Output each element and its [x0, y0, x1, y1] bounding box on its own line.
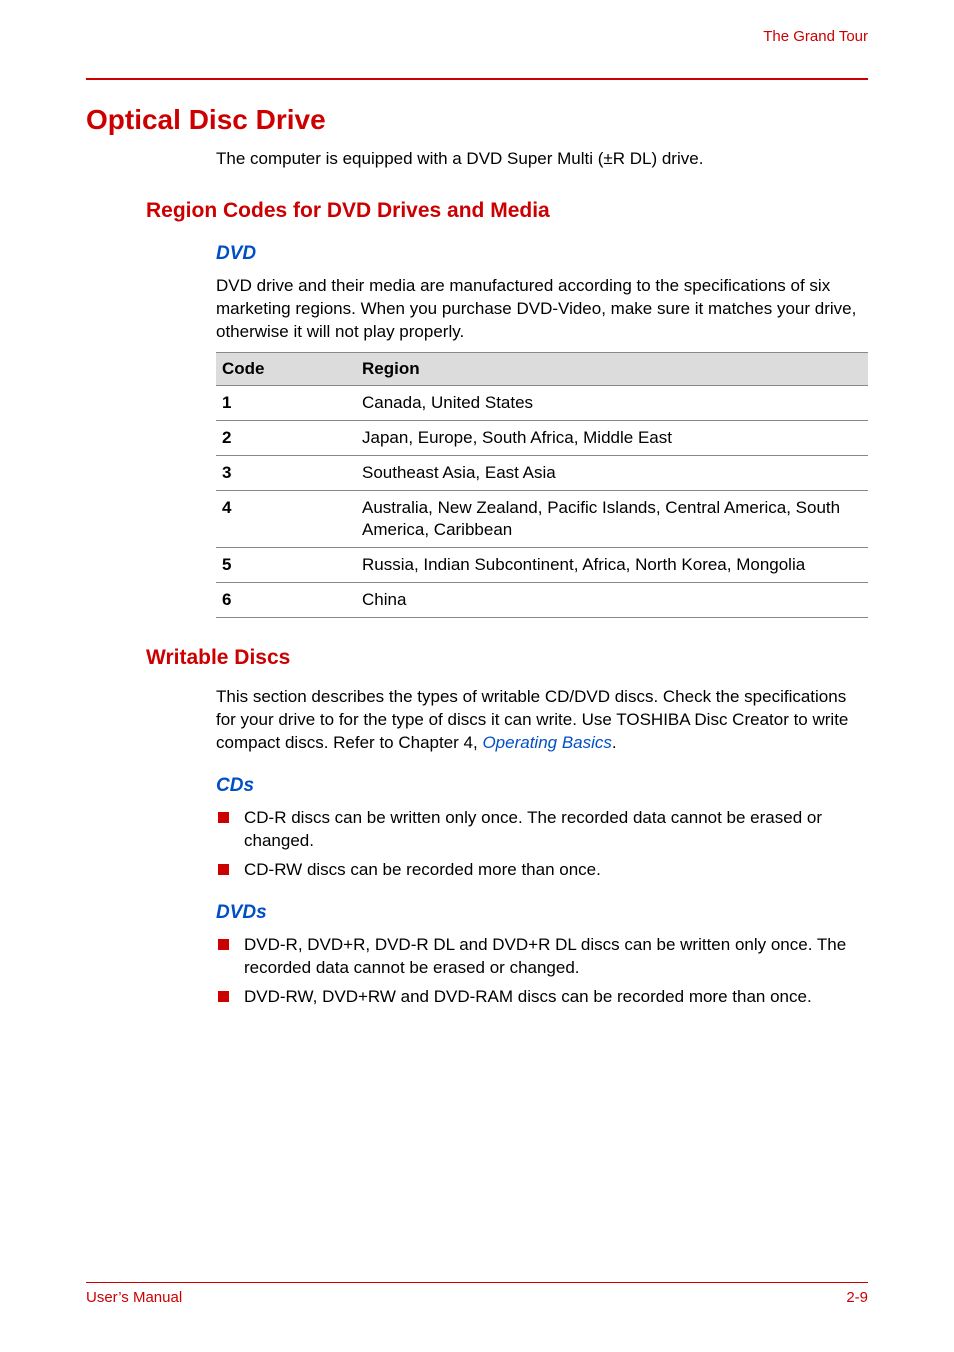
table-row: 1 Canada, United States	[216, 385, 868, 420]
cell-code: 2	[216, 420, 356, 455]
table-row: 5 Russia, Indian Subcontinent, Africa, N…	[216, 548, 868, 583]
heading-optical-disc-drive: Optical Disc Drive	[86, 104, 868, 136]
writable-paragraph: This section describes the types of writ…	[216, 686, 868, 755]
writable-text-post: .	[612, 733, 617, 752]
list-item: DVD-R, DVD+R, DVD-R DL and DVD+R DL disc…	[216, 934, 868, 980]
cell-code: 4	[216, 491, 356, 548]
table-row: 2 Japan, Europe, South Africa, Middle Ea…	[216, 420, 868, 455]
list-item: DVD-RW, DVD+RW and DVD-RAM discs can be …	[216, 986, 868, 1009]
heading-dvds: DVDs	[216, 902, 868, 924]
header-section-label: The Grand Tour	[763, 28, 868, 45]
heading-region-codes: Region Codes for DVD Drives and Media	[146, 199, 868, 223]
cell-region: China	[356, 583, 868, 618]
link-operating-basics[interactable]: Operating Basics	[482, 733, 611, 752]
footer-left: User’s Manual	[86, 1289, 182, 1306]
cell-region: Canada, United States	[356, 385, 868, 420]
bullet-icon	[218, 864, 229, 875]
footer-right: 2-9	[846, 1289, 868, 1306]
dvd-paragraph: DVD drive and their media are manufactur…	[216, 275, 868, 344]
heading-cds: CDs	[216, 775, 868, 797]
cell-code: 5	[216, 548, 356, 583]
dvds-list: DVD-R, DVD+R, DVD-R DL and DVD+R DL disc…	[216, 934, 868, 1009]
bullet-icon	[218, 939, 229, 950]
cds-list: CD-R discs can be written only once. The…	[216, 807, 868, 882]
cell-code: 3	[216, 455, 356, 490]
bullet-icon	[218, 812, 229, 823]
table-row: 3 Southeast Asia, East Asia	[216, 455, 868, 490]
list-item: CD-R discs can be written only once. The…	[216, 807, 868, 853]
cell-region: Russia, Indian Subcontinent, Africa, Nor…	[356, 548, 868, 583]
intro-paragraph: The computer is equipped with a DVD Supe…	[216, 148, 868, 171]
table-header-row: Code Region	[216, 352, 868, 385]
page-header: The Grand Tour	[86, 28, 868, 58]
list-item-text: DVD-R, DVD+R, DVD-R DL and DVD+R DL disc…	[244, 935, 846, 977]
cell-region: Japan, Europe, South Africa, Middle East	[356, 420, 868, 455]
cell-region: Australia, New Zealand, Pacific Islands,…	[356, 491, 868, 548]
page-footer: User’s Manual 2-9	[86, 1282, 868, 1306]
col-region: Region	[356, 352, 868, 385]
cell-code: 6	[216, 583, 356, 618]
heading-writable-discs: Writable Discs	[146, 646, 868, 670]
table-row: 4 Australia, New Zealand, Pacific Island…	[216, 491, 868, 548]
table-row: 6 China	[216, 583, 868, 618]
list-item: CD-RW discs can be recorded more than on…	[216, 859, 868, 882]
bullet-icon	[218, 991, 229, 1002]
heading-dvd: DVD	[216, 243, 868, 265]
region-codes-table: Code Region 1 Canada, United States 2 Ja…	[216, 352, 868, 619]
list-item-text: DVD-RW, DVD+RW and DVD-RAM discs can be …	[244, 987, 812, 1006]
cell-region: Southeast Asia, East Asia	[356, 455, 868, 490]
col-code: Code	[216, 352, 356, 385]
list-item-text: CD-R discs can be written only once. The…	[244, 808, 822, 850]
footer-rule	[86, 1282, 868, 1283]
cell-code: 1	[216, 385, 356, 420]
list-item-text: CD-RW discs can be recorded more than on…	[244, 860, 601, 879]
header-rule	[86, 78, 868, 80]
